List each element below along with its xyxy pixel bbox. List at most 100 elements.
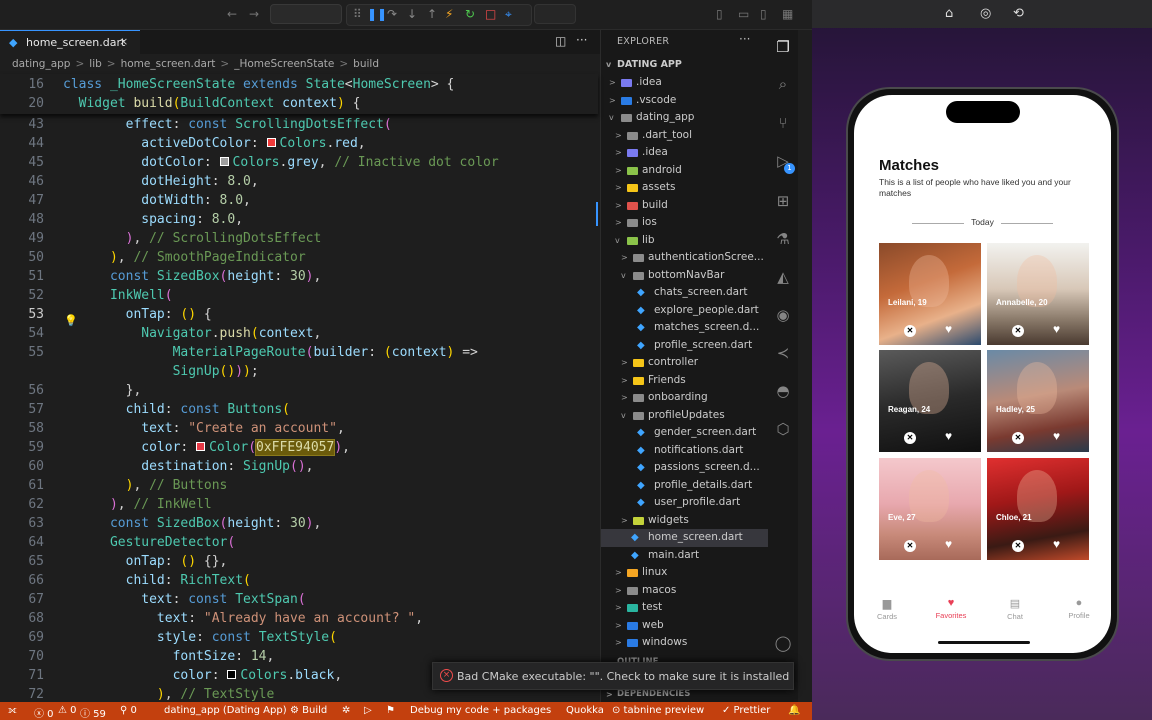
split-editor-icon[interactable]: ◫ <box>555 34 566 48</box>
close-icon[interactable]: × <box>119 35 128 48</box>
nav-item-chat[interactable]: ▤ Chat <box>990 597 1040 621</box>
nav-item-profile[interactable]: ● Profile <box>1054 597 1104 620</box>
file-item[interactable]: ◆ passions_screen.d... <box>601 459 769 477</box>
warnings-count[interactable]: ⚠ 0 <box>58 705 77 716</box>
info-count[interactable]: ⓘ 59 <box>80 705 106 720</box>
remote-icon[interactable]: ⟗ <box>8 705 17 716</box>
match-card[interactable]: Eve, 27 ✕ ♥ <box>879 458 981 560</box>
debug-mode[interactable]: Debug my code + packages <box>410 705 551 716</box>
folder-item[interactable]: > onboarding <box>601 389 769 407</box>
back-arrow-icon[interactable]: ← <box>227 7 237 21</box>
prettier-status[interactable]: ✓ Prettier <box>722 705 770 716</box>
file-item[interactable]: ◆ home_screen.dart <box>601 529 769 547</box>
like-icon[interactable]: ♥ <box>945 537 952 551</box>
nav-item-favorites[interactable]: ♥ Favorites <box>926 597 976 620</box>
dart-devtools-icon[interactable]: ≺ <box>773 344 793 362</box>
testing-icon[interactable]: ⚗ <box>773 230 793 248</box>
folder-item[interactable]: > windows <box>601 634 769 652</box>
folder-item[interactable]: v dating_app <box>601 109 769 127</box>
toggle-secondary-sidebar-icon[interactable]: ▯ <box>760 7 767 21</box>
folder-item[interactable]: > ios <box>601 214 769 232</box>
more-actions-icon[interactable]: ··· <box>576 33 587 47</box>
breadcrumb-item[interactable]: build <box>353 58 379 70</box>
folder-item[interactable]: > .vscode <box>601 92 769 110</box>
hot-reload-icon[interactable]: ⚡ <box>445 7 453 21</box>
files-icon[interactable]: ❐ <box>773 38 793 56</box>
errors-count[interactable]: ⓧ 0 <box>34 705 54 720</box>
like-icon[interactable]: ♥ <box>945 429 952 443</box>
rotate-icon[interactable]: ⟲ <box>1013 6 1024 21</box>
like-icon[interactable]: ♥ <box>1053 322 1060 336</box>
match-card[interactable]: Reagan, 24 ✕ ♥ <box>879 350 981 452</box>
remote-explorer-icon[interactable]: ◉ <box>773 306 793 324</box>
match-card[interactable]: Chloe, 21 ✕ ♥ <box>987 458 1089 560</box>
drag-handle-icon[interactable]: ⠿ <box>353 7 362 21</box>
gitlens-icon[interactable]: ⬡ <box>773 420 793 438</box>
dislike-icon[interactable]: ✕ <box>1012 540 1024 552</box>
explorer-more-icon[interactable]: ··· <box>739 32 750 46</box>
folder-item[interactable]: v bottomNavBar <box>601 267 769 285</box>
folder-item[interactable]: > macos <box>601 582 769 600</box>
match-card[interactable]: Annabelle, 20 ✕ ♥ <box>987 243 1089 345</box>
pause-icon[interactable]: ❚❚ <box>367 7 387 21</box>
folder-item[interactable]: > test <box>601 599 769 617</box>
project-root[interactable]: v DATING APP <box>601 56 769 74</box>
quokka-status[interactable]: Quokka <box>566 705 604 716</box>
notifications-icon[interactable]: 🔔 <box>788 705 800 716</box>
search-icon[interactable]: ⌕ <box>773 75 793 93</box>
folder-item[interactable]: > controller <box>601 354 769 372</box>
file-item[interactable]: ◆ explore_people.dart <box>601 302 769 320</box>
folder-item[interactable]: > assets <box>601 179 769 197</box>
file-item[interactable]: ◆ notifications.dart <box>601 442 769 460</box>
file-item[interactable]: ◆ profile_details.dart <box>601 477 769 495</box>
build-button[interactable]: ⚙ Build <box>290 705 327 716</box>
file-item[interactable]: ◆ profile_screen.dart <box>601 337 769 355</box>
folder-item[interactable]: > widgets <box>601 512 769 530</box>
ports-count[interactable]: ⚲ 0 <box>120 705 137 716</box>
dislike-icon[interactable]: ✕ <box>1012 325 1024 337</box>
folder-item[interactable]: > .idea <box>601 144 769 162</box>
toggle-panel-icon[interactable]: ▭ <box>738 7 749 21</box>
code-editor[interactable]: 💡 43 effect: const ScrollingDotsEffect(4… <box>0 114 598 702</box>
command-center[interactable] <box>270 4 342 24</box>
file-item[interactable]: ◆ chats_screen.dart <box>601 284 769 302</box>
play-icon[interactable]: ▷ <box>364 705 372 716</box>
like-icon[interactable]: ♥ <box>945 322 952 336</box>
screenshot-icon[interactable]: ◎ <box>980 6 991 21</box>
error-notification[interactable]: × Bad CMake executable: "". Check to mak… <box>432 662 794 690</box>
account-icon[interactable]: ◯ <box>773 634 793 652</box>
folder-item[interactable]: > web <box>601 617 769 635</box>
match-card[interactable]: Hadley, 25 ✕ ♥ <box>987 350 1089 452</box>
step-over-icon[interactable]: ↷ <box>387 7 397 21</box>
folder-item[interactable]: v lib <box>601 232 769 250</box>
file-item[interactable]: ◆ gender_screen.dart <box>601 424 769 442</box>
like-icon[interactable]: ♥ <box>1053 537 1060 551</box>
match-card[interactable]: Leilani, 19 ✕ ♥ <box>879 243 981 345</box>
dislike-icon[interactable]: ✕ <box>904 540 916 552</box>
folder-item[interactable]: > .idea <box>601 74 769 92</box>
file-item[interactable]: ◆ user_profile.dart <box>601 494 769 512</box>
folder-item[interactable]: > android <box>601 162 769 180</box>
inspect-widget-icon[interactable]: ⌖ <box>505 7 512 22</box>
extensions-icon[interactable]: ⊞ <box>773 192 793 210</box>
app-target[interactable]: dating_app (Dating App) <box>164 705 287 716</box>
dislike-icon[interactable]: ✕ <box>1012 432 1024 444</box>
nav-item-cards[interactable]: ▆ Cards <box>862 597 912 621</box>
folder-item[interactable]: > linux <box>601 564 769 582</box>
step-into-icon[interactable]: ↓ <box>407 7 417 21</box>
forward-arrow-icon[interactable]: → <box>249 7 259 21</box>
customize-layout-icon[interactable]: ▦ <box>782 7 793 21</box>
like-icon[interactable]: ♥ <box>1053 429 1060 443</box>
source-control-icon[interactable]: ⑂ <box>773 114 793 132</box>
step-out-icon[interactable]: ↑ <box>427 7 437 21</box>
bug-icon[interactable]: ✲ <box>342 705 350 716</box>
docker-icon[interactable]: ◓ <box>773 382 793 400</box>
folder-item[interactable]: v profileUpdates <box>601 407 769 425</box>
folder-item[interactable]: > build <box>601 197 769 215</box>
flutter-icon[interactable]: ◭ <box>773 268 793 286</box>
breadcrumb-item[interactable]: _HomeScreenState <box>234 58 334 70</box>
debug-config-icon[interactable]: ⚑ <box>386 705 395 716</box>
dislike-icon[interactable]: ✕ <box>904 325 916 337</box>
breadcrumb-item[interactable]: lib <box>89 58 102 70</box>
run-config-dropdown[interactable] <box>534 4 576 24</box>
